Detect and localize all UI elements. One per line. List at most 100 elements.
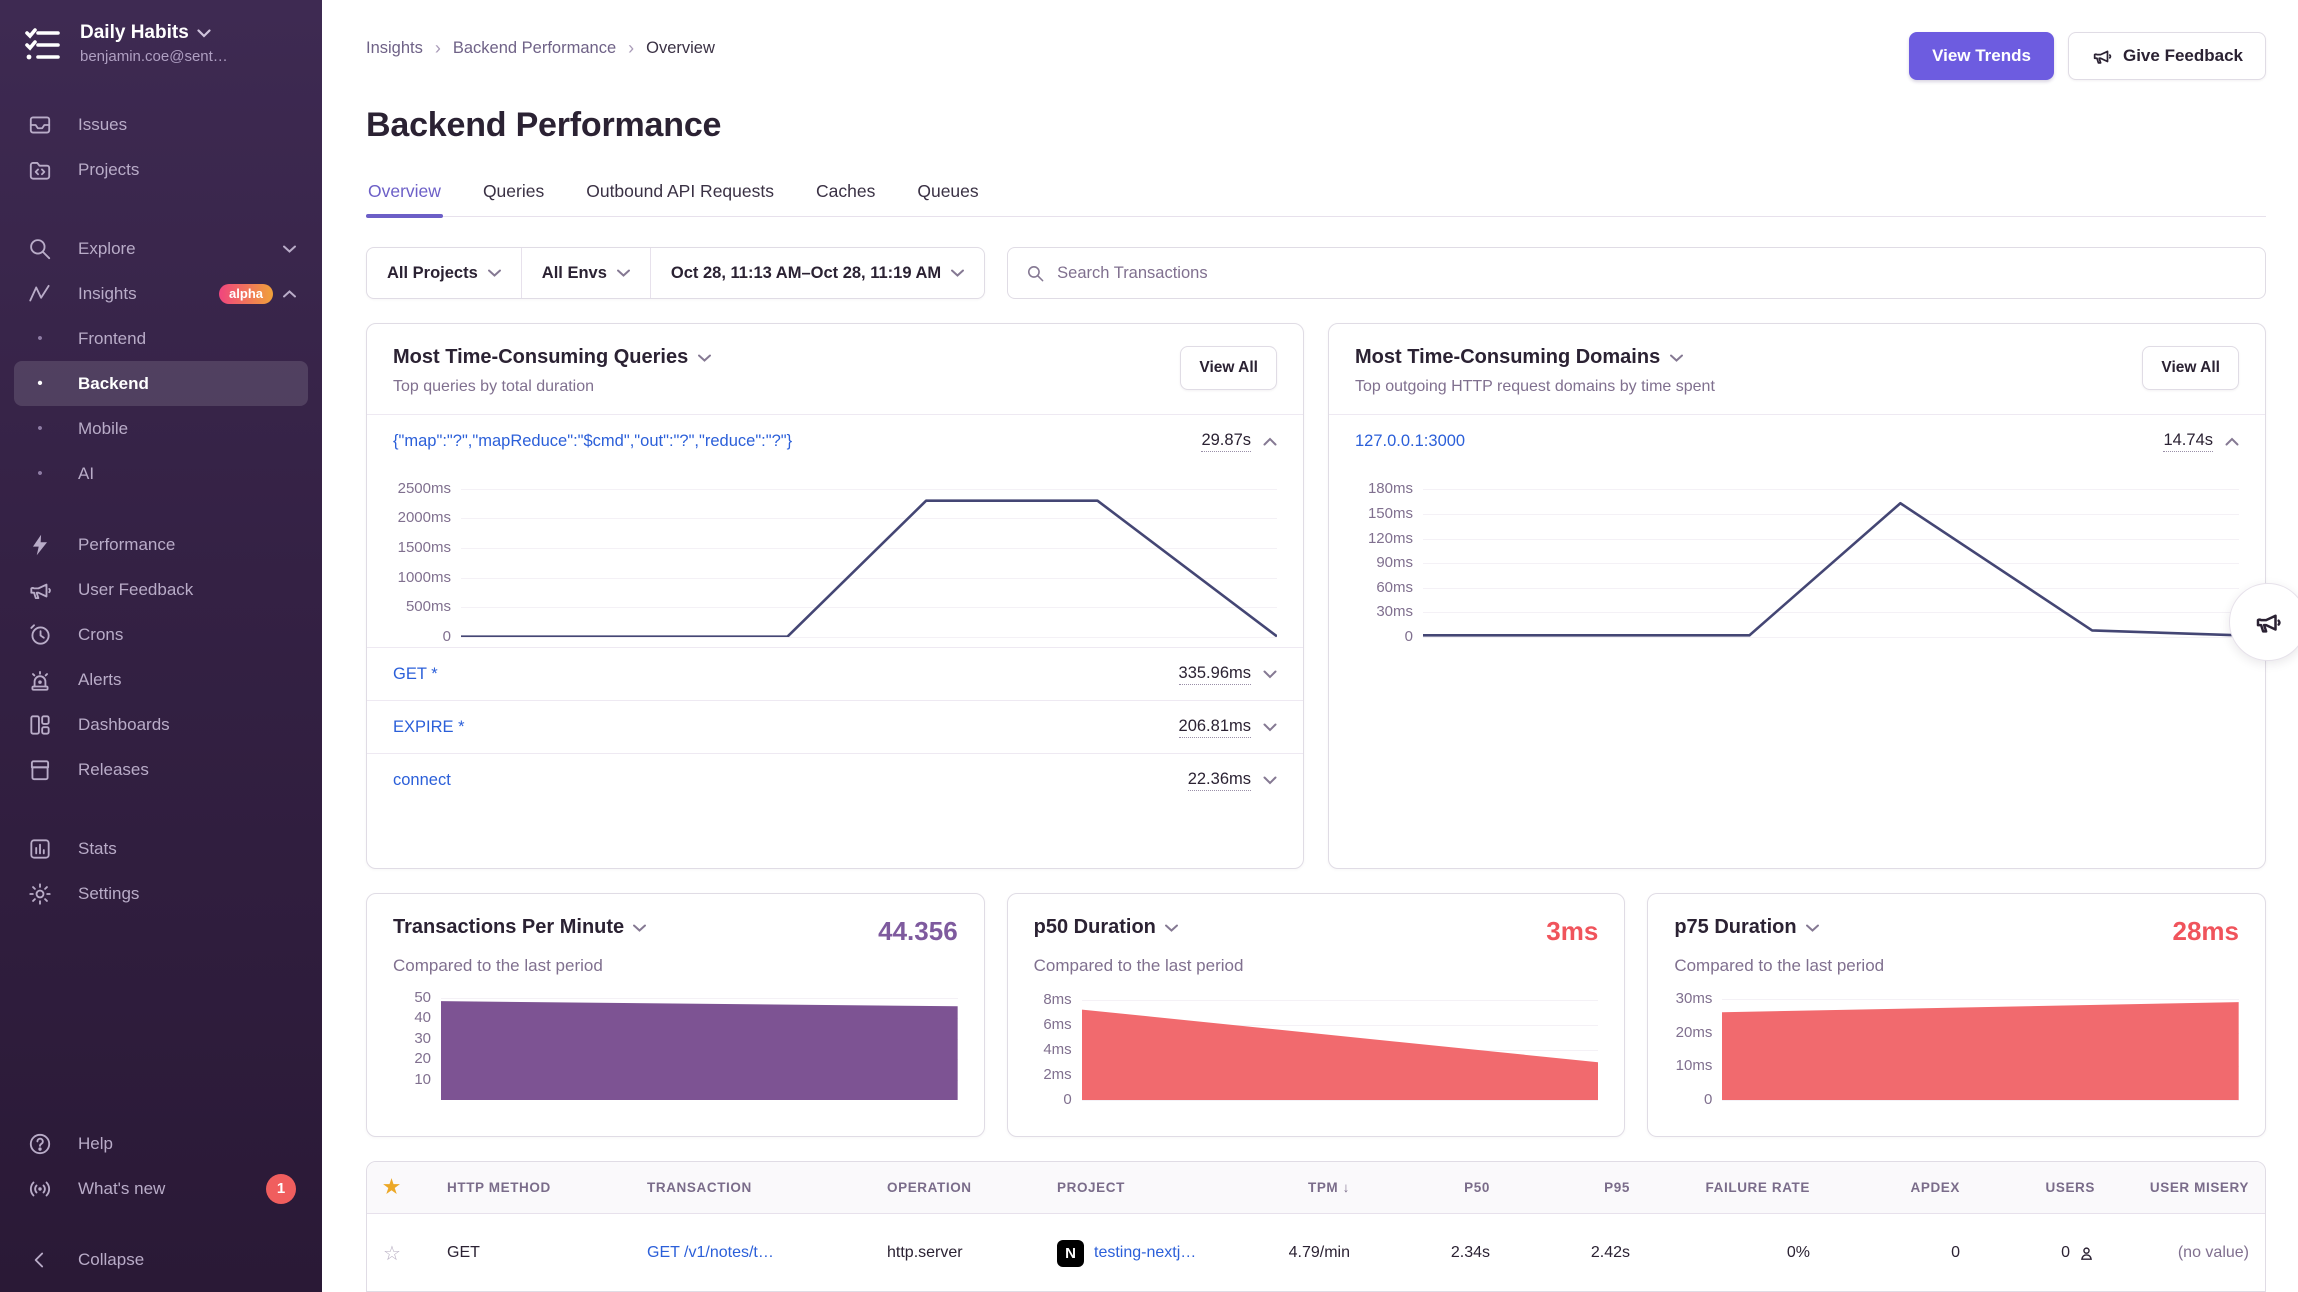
query-total-time[interactable]: 206.81ms [1179, 717, 1251, 738]
chevron-down-icon[interactable] [1263, 723, 1277, 732]
domains-trend-chart: 180ms150ms120ms90ms60ms30ms0 [1329, 467, 2265, 643]
col-project[interactable]: PROJECT [1041, 1180, 1266, 1195]
query-link[interactable]: {"map":"?","mapReduce":"$cmd","out":"?",… [393, 432, 792, 451]
issues-icon [26, 112, 54, 138]
sidebar-item-releases[interactable]: Releases [14, 747, 308, 792]
megaphone-icon [2091, 45, 2113, 67]
chevron-down-icon [283, 245, 296, 253]
p50-subtitle: Compared to the last period [1026, 956, 1599, 976]
sidebar-item-frontend[interactable]: • Frontend [14, 316, 308, 361]
cell-transaction-link[interactable]: GET /v1/notes/t… [631, 1244, 871, 1262]
sidebar-item-alerts[interactable]: Alerts [14, 657, 308, 702]
domain-link[interactable]: 127.0.0.1:3000 [1355, 432, 1465, 451]
p75-trend-chart: 30ms20ms10ms0 [1666, 992, 2239, 1110]
sidebar-bottom: Help What's new 1 Collapse [14, 1121, 308, 1282]
sidebar-collapse-button[interactable]: Collapse [14, 1237, 308, 1282]
tab-queues[interactable]: Queues [915, 177, 980, 216]
domains-panel-subtitle: Top outgoing HTTP request domains by tim… [1355, 378, 1715, 396]
tab-outbound-api-requests[interactable]: Outbound API Requests [584, 177, 776, 216]
col-http-method[interactable]: HTTP METHOD [431, 1180, 631, 1195]
breadcrumb-backend-performance[interactable]: Backend Performance [453, 39, 616, 58]
col-failure-rate[interactable]: FAILURE RATE [1646, 1180, 1826, 1195]
col-operation[interactable]: OPERATION [871, 1180, 1041, 1195]
query-row: connect 22.36ms [367, 753, 1303, 806]
p50-title-dropdown[interactable]: p50 Duration [1034, 916, 1178, 939]
y-axis-tick-label: 30ms [1376, 603, 1413, 621]
date-range-filter[interactable]: Oct 28, 11:13 AM–Oct 28, 11:19 AM [650, 248, 984, 298]
sidebar-item-dashboards[interactable]: Dashboards [14, 702, 308, 747]
col-transaction[interactable]: TRANSACTION [631, 1180, 871, 1195]
breadcrumb-insights[interactable]: Insights [366, 39, 423, 58]
col-p95[interactable]: P95 [1506, 1180, 1646, 1195]
domains-view-all-button[interactable]: View All [2142, 346, 2239, 390]
p75-value: 28ms [2173, 916, 2240, 947]
col-apdex[interactable]: APDEX [1826, 1180, 1976, 1195]
p75-title-dropdown[interactable]: p75 Duration [1674, 916, 1818, 939]
queries-panel-title-dropdown[interactable]: Most Time-Consuming Queries [393, 346, 711, 369]
project-filter[interactable]: All Projects [367, 248, 521, 298]
clock-icon [26, 622, 54, 648]
sidebar-item-settings[interactable]: Settings [14, 871, 308, 916]
help-icon [26, 1131, 54, 1157]
sidebar-item-help[interactable]: Help [14, 1121, 308, 1166]
search-transactions-input[interactable] [1057, 264, 2247, 283]
star-icon[interactable]: ★ [367, 1176, 431, 1199]
query-link[interactable]: GET * [393, 665, 438, 684]
sidebar-item-ai[interactable]: • AI [14, 451, 308, 496]
star-toggle-icon[interactable]: ☆ [367, 1241, 431, 1266]
sidebar-item-user-feedback[interactable]: User Feedback [14, 567, 308, 612]
col-users[interactable]: USERS [1976, 1180, 2111, 1195]
y-axis-tick-label: 50 [414, 989, 431, 1007]
sidebar-item-crons[interactable]: Crons [14, 612, 308, 657]
chevron-up-icon[interactable] [2225, 437, 2239, 446]
gridline [1722, 1100, 2239, 1101]
tab-caches[interactable]: Caches [814, 177, 877, 216]
sidebar-item-explore[interactable]: Explore [14, 226, 308, 271]
queries-panel-subtitle: Top queries by total duration [393, 378, 711, 396]
tab-queries[interactable]: Queries [481, 177, 546, 216]
chevron-up-icon[interactable] [1263, 437, 1277, 446]
query-link[interactable]: connect [393, 771, 451, 790]
col-tpm-sorted[interactable]: TPM ↓ [1266, 1180, 1366, 1195]
chevron-down-icon[interactable] [1263, 670, 1277, 679]
sidebar-item-mobile[interactable]: • Mobile [14, 406, 308, 451]
search-transactions-box[interactable] [1007, 247, 2266, 299]
sidebar-item-performance[interactable]: Performance [14, 522, 308, 567]
environment-filter[interactable]: All Envs [521, 248, 650, 298]
sidebar-item-backend[interactable]: • Backend [14, 361, 308, 406]
domains-panel-title-dropdown[interactable]: Most Time-Consuming Domains [1355, 346, 1715, 369]
query-link[interactable]: EXPIRE * [393, 718, 465, 737]
chevron-down-icon[interactable] [1263, 776, 1277, 785]
y-axis-tick-label: 500ms [406, 598, 451, 616]
top-query-row: {"map":"?","mapReduce":"$cmd","out":"?",… [367, 415, 1303, 467]
sidebar-item-insights[interactable]: Insights alpha [14, 271, 308, 316]
col-user-misery[interactable]: USER MISERY [2111, 1180, 2265, 1195]
sidebar-item-whats-new[interactable]: What's new 1 [14, 1166, 308, 1211]
sidebar-item-issues[interactable]: Issues [14, 102, 308, 147]
breadcrumb-separator: › [435, 38, 441, 59]
tab-bar: Overview Queries Outbound API Requests C… [366, 177, 2266, 217]
tab-overview[interactable]: Overview [366, 177, 443, 216]
view-trends-button[interactable]: View Trends [1909, 32, 2054, 80]
sidebar-item-projects[interactable]: Projects [14, 147, 308, 192]
give-feedback-button[interactable]: Give Feedback [2068, 32, 2266, 80]
most-time-consuming-domains-panel: Most Time-Consuming Domains Top outgoing… [1328, 323, 2266, 869]
domain-total-time[interactable]: 14.74s [2163, 431, 2213, 452]
search-icon [26, 236, 54, 262]
most-time-consuming-queries-panel: Most Time-Consuming Queries Top queries … [366, 323, 1304, 869]
project-link[interactable]: testing-nextj… [1094, 1244, 1196, 1262]
query-total-time[interactable]: 29.87s [1201, 431, 1251, 452]
col-p50[interactable]: P50 [1366, 1180, 1506, 1195]
y-axis-tick-label: 10ms [1676, 1057, 1713, 1075]
org-switcher[interactable]: Daily Habits benjamin.coe@sent… [14, 22, 308, 68]
sidebar: Daily Habits benjamin.coe@sent… Issues P… [0, 0, 322, 1292]
p50-duration-card: p50 Duration 3ms Compared to the last pe… [1007, 893, 1626, 1137]
insights-icon [26, 281, 54, 307]
floating-feedback-button[interactable] [2229, 583, 2298, 661]
queries-view-all-button[interactable]: View All [1180, 346, 1277, 390]
sidebar-item-stats[interactable]: Stats [14, 826, 308, 871]
query-total-time[interactable]: 335.96ms [1179, 664, 1251, 685]
query-total-time[interactable]: 22.36ms [1188, 770, 1251, 791]
cell-apdex: 0 [1826, 1244, 1976, 1262]
tpm-title-dropdown[interactable]: Transactions Per Minute [393, 916, 646, 939]
